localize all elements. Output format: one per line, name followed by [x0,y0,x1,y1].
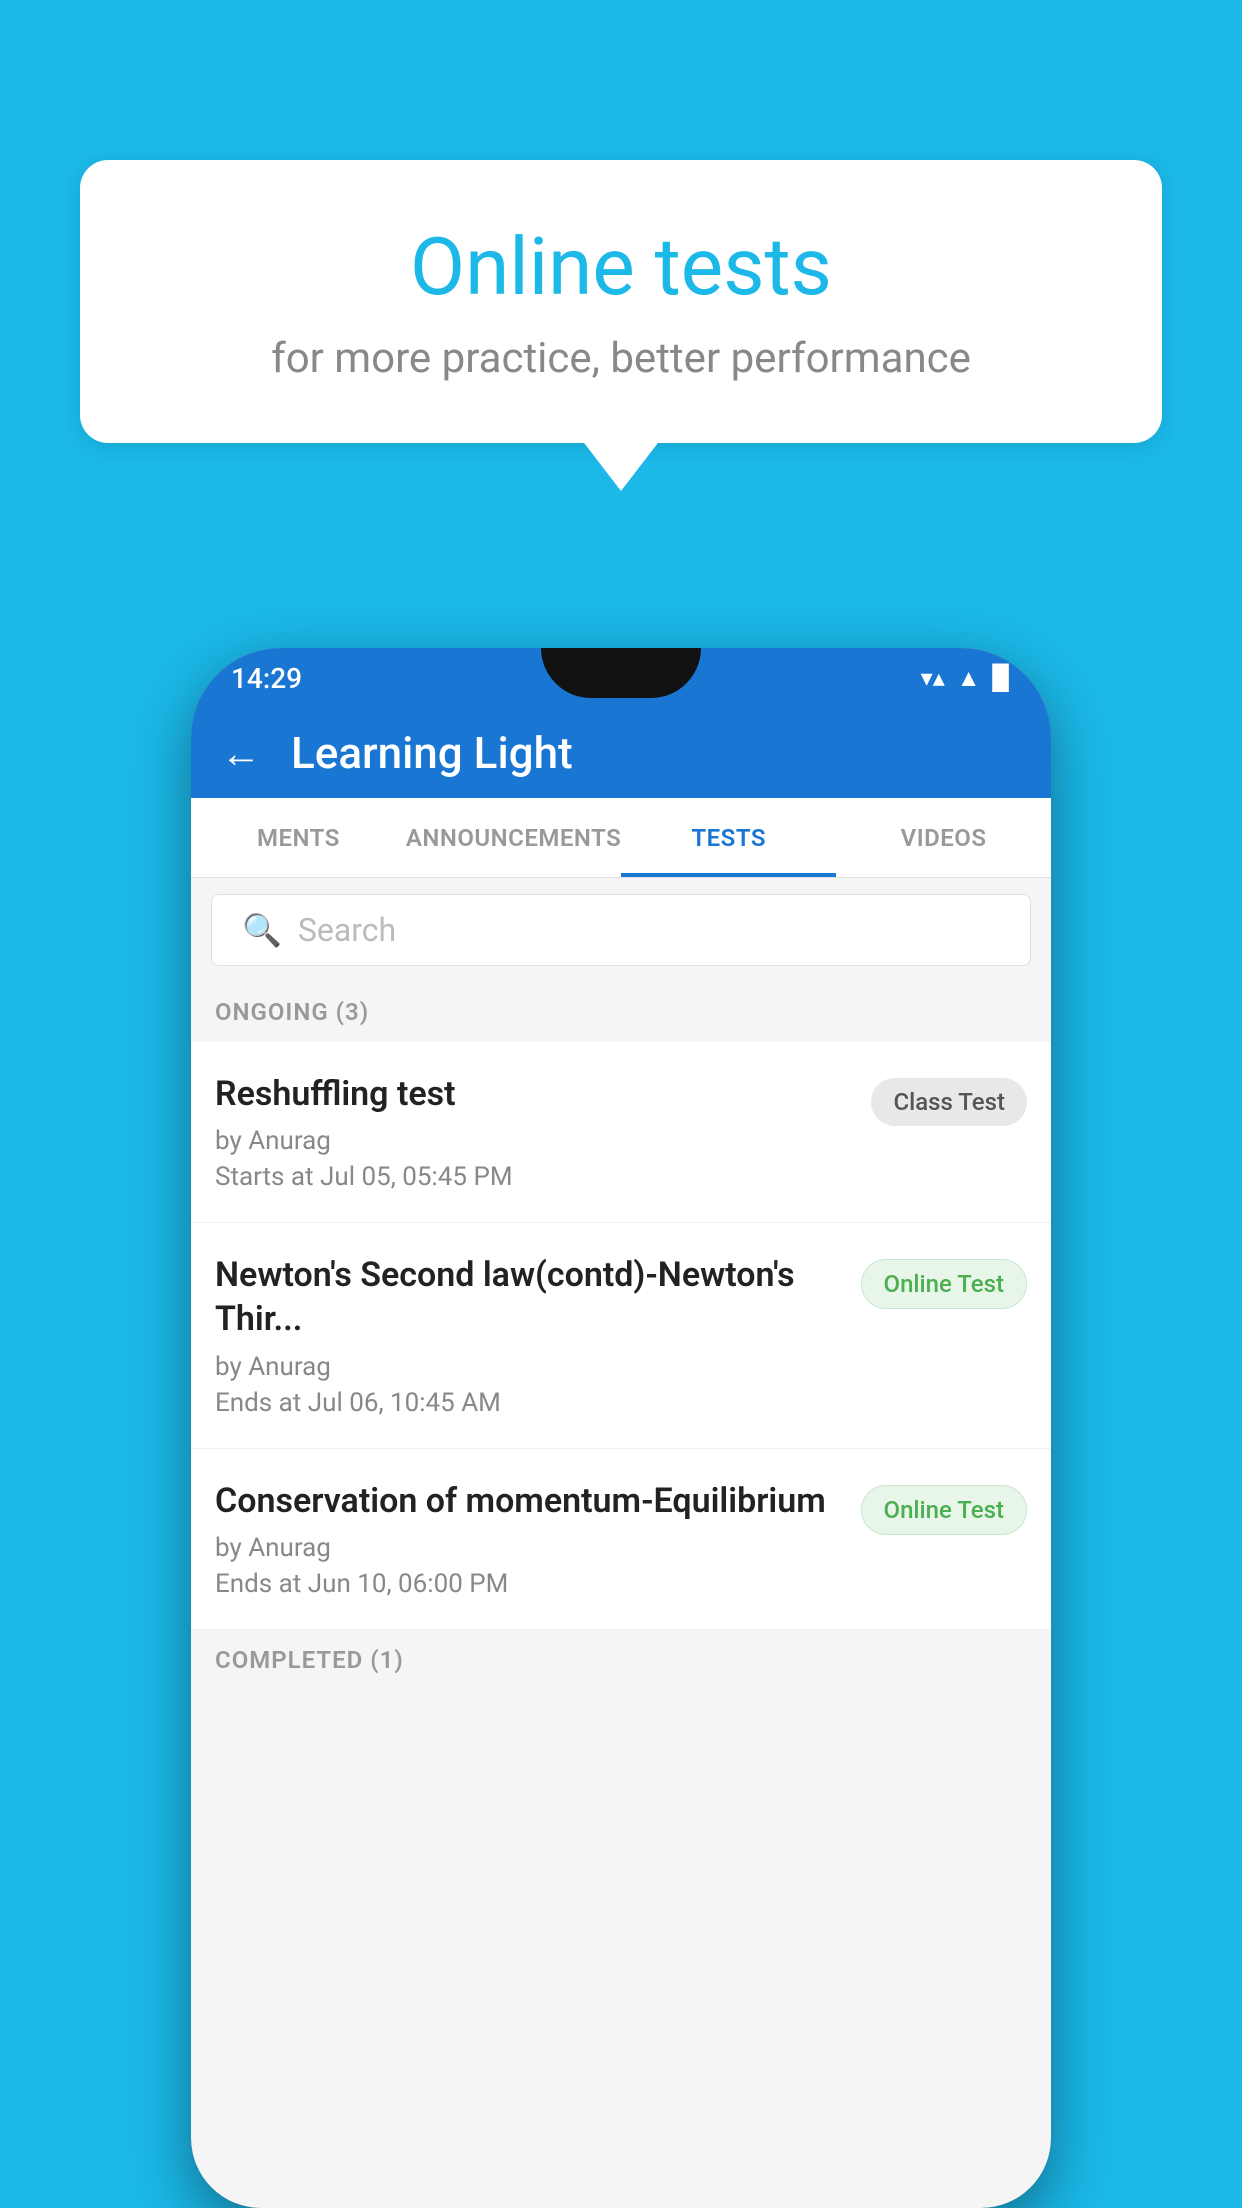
signal-icon: ▲ [957,664,981,693]
search-container: 🔍 Search [191,878,1051,982]
test-name: Conservation of momentum-Equilibrium [215,1479,841,1523]
search-placeholder: Search [298,911,396,949]
phone-notch [541,648,701,698]
test-info: Newton's Second law(contd)-Newton's Thir… [215,1253,861,1417]
test-item[interactable]: Conservation of momentum-Equilibrium by … [191,1449,1051,1630]
test-info: Conservation of momentum-Equilibrium by … [215,1479,861,1599]
test-name: Reshuffling test [215,1072,851,1116]
test-author: by Anurag [215,1126,851,1156]
battery-icon: ▉ [993,664,1011,692]
phone-screen: 14:29 ▾▴ ▲ ▉ ← Learning Light MENTS ANNO… [191,648,1051,2208]
test-time: Starts at Jul 05, 05:45 PM [215,1162,851,1192]
back-button[interactable]: ← [221,730,261,777]
completed-section-header: COMPLETED (1) [191,1630,1051,1690]
app-bar: ← Learning Light [191,708,1051,798]
status-icons: ▾▴ ▲ ▉ [921,664,1011,693]
test-badge-online: Online Test [861,1485,1027,1535]
test-item[interactable]: Newton's Second law(contd)-Newton's Thir… [191,1223,1051,1448]
speech-bubble: Online tests for more practice, better p… [80,160,1162,443]
app-title: Learning Light [291,727,573,779]
status-time: 14:29 [231,662,302,695]
tab-ments[interactable]: MENTS [191,798,406,877]
speech-bubble-container: Online tests for more practice, better p… [80,160,1162,443]
tab-announcements[interactable]: ANNOUNCEMENTS [406,798,621,877]
test-author: by Anurag [215,1533,841,1563]
test-time: Ends at Jul 06, 10:45 AM [215,1388,841,1418]
test-author: by Anurag [215,1352,841,1382]
wifi-icon: ▾▴ [921,664,945,692]
test-badge-class: Class Test [871,1078,1027,1126]
test-time: Ends at Jun 10, 06:00 PM [215,1569,841,1599]
tab-videos[interactable]: VIDEOS [836,798,1051,877]
test-name: Newton's Second law(contd)-Newton's Thir… [215,1253,841,1341]
test-list: Reshuffling test by Anurag Starts at Jul… [191,1042,1051,1630]
bubble-title: Online tests [160,220,1082,314]
tab-bar: MENTS ANNOUNCEMENTS TESTS VIDEOS [191,798,1051,878]
ongoing-section-header: ONGOING (3) [191,982,1051,1042]
search-icon: 🔍 [242,911,282,949]
test-item[interactable]: Reshuffling test by Anurag Starts at Jul… [191,1042,1051,1223]
phone-frame: 14:29 ▾▴ ▲ ▉ ← Learning Light MENTS ANNO… [191,648,1051,2208]
bubble-subtitle: for more practice, better performance [160,334,1082,383]
test-badge-online: Online Test [861,1259,1027,1309]
test-info: Reshuffling test by Anurag Starts at Jul… [215,1072,871,1192]
search-input[interactable]: 🔍 Search [211,894,1031,966]
tab-tests[interactable]: TESTS [621,798,836,877]
